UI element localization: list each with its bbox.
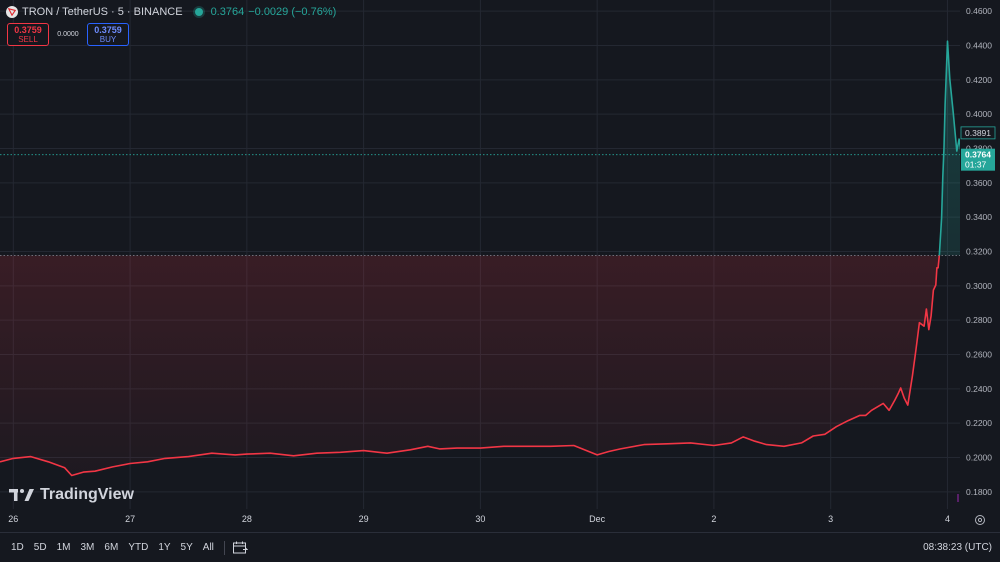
time-tick-label: 30 bbox=[475, 514, 485, 524]
price-chart[interactable]: 0.1800 0.2000 0.2200 0.2400 0.2600 0.2800 0.30… bbox=[0, 0, 1000, 562]
utc-clock[interactable]: 08:38:23 (UTC) bbox=[923, 542, 992, 553]
tradingview-wordmark: TradingView bbox=[40, 486, 134, 503]
price-badges: 0.3764 01:37 0.3891 bbox=[960, 126, 996, 171]
price-tick-label: 0.3400 bbox=[966, 212, 992, 222]
time-tick-label: 28 bbox=[242, 514, 252, 524]
time-tick-label: 2 bbox=[711, 514, 716, 524]
time-tick-label: 27 bbox=[125, 514, 135, 524]
price-tick-label: 0.2800 bbox=[966, 315, 992, 325]
price-tick-label: 0.4200 bbox=[966, 75, 992, 85]
gear-icon[interactable] bbox=[974, 514, 986, 526]
time-tick-label: 3 bbox=[828, 514, 833, 524]
price-tick-label: 0.3000 bbox=[966, 281, 992, 291]
below-baseline-fill bbox=[0, 255, 940, 476]
sell-label: SELL bbox=[18, 35, 38, 44]
price-tick-label: 0.4000 bbox=[966, 109, 992, 119]
hover-price-label-value: 0.3891 bbox=[965, 128, 991, 138]
time-tick-label: 26 bbox=[8, 514, 18, 524]
timeframe-1m[interactable]: 1M bbox=[57, 542, 71, 553]
timeframe-5d[interactable]: 5D bbox=[34, 542, 47, 553]
quote-last: 0.3764 bbox=[210, 6, 245, 18]
price-tick-label: 0.1800 bbox=[966, 487, 992, 497]
timeframe-ytd[interactable]: YTD bbox=[128, 542, 148, 553]
timeframe-all[interactable]: All bbox=[203, 542, 214, 553]
trade-panel: 0.3759 SELL 0.0000 0.3759 BUY bbox=[7, 23, 129, 46]
price-tick-label: 0.4400 bbox=[966, 40, 992, 50]
timeframe-1y[interactable]: 1Y bbox=[158, 542, 170, 553]
quote-change: −0.0029 (−0.76%) bbox=[248, 6, 337, 18]
sell-button[interactable]: 0.3759 SELL bbox=[7, 23, 49, 46]
sell-price: 0.3759 bbox=[14, 25, 42, 35]
symbol-title[interactable]: TRON / TetherUS · 5 · BINANCE bbox=[22, 6, 183, 18]
last-price-badge-countdown: 01:37 bbox=[965, 160, 987, 170]
price-tick-label: 0.3200 bbox=[966, 246, 992, 256]
calendar-range-icon[interactable] bbox=[232, 541, 248, 554]
tradingview-logo[interactable]: TradingView bbox=[9, 486, 134, 504]
market-open-indicator bbox=[194, 8, 203, 16]
time-tick-label: 4 bbox=[945, 514, 950, 524]
bottom-toolbar: 1D 5D 1M 3M 6M YTD 1Y 5Y All 08:38:23 (U… bbox=[0, 532, 1000, 562]
last-price-badge-value: 0.3764 bbox=[965, 150, 991, 160]
buy-price: 0.3759 bbox=[94, 25, 122, 35]
timeframe-5y[interactable]: 5Y bbox=[181, 542, 193, 553]
price-tick-label: 0.2200 bbox=[966, 418, 992, 428]
buy-label: BUY bbox=[99, 35, 117, 44]
tradingview-logo-icon bbox=[9, 489, 34, 501]
buy-button[interactable]: 0.3759 BUY bbox=[87, 23, 129, 46]
timeframe-3m[interactable]: 3M bbox=[81, 542, 95, 553]
tron-logo-icon bbox=[6, 6, 18, 18]
area-fills bbox=[0, 41, 960, 476]
price-axis[interactable]: 0.1800 0.2000 0.2200 0.2400 0.2600 0.2800 0.30… bbox=[960, 0, 1000, 509]
price-tick-label: 0.2000 bbox=[966, 452, 992, 462]
time-axis[interactable]: 26 27 28 29 30 Dec 2 3 4 bbox=[8, 514, 950, 524]
price-tick-label: 0.2600 bbox=[966, 349, 992, 359]
timeframe-1d[interactable]: 1D bbox=[11, 542, 24, 553]
spread-value: 0.0000 bbox=[57, 31, 79, 38]
price-tick-label: 0.4600 bbox=[966, 6, 992, 16]
price-tick-label: 0.3600 bbox=[966, 178, 992, 188]
time-tick-label: 29 bbox=[359, 514, 369, 524]
symbol-header: TRON / TetherUS · 5 · BINANCE 0.3764 −0.… bbox=[6, 4, 340, 20]
toolbar-divider bbox=[223, 540, 225, 555]
price-tick-label: 0.2400 bbox=[966, 384, 992, 394]
time-tick-label: Dec bbox=[589, 514, 606, 524]
timeframe-6m[interactable]: 6M bbox=[104, 542, 118, 553]
